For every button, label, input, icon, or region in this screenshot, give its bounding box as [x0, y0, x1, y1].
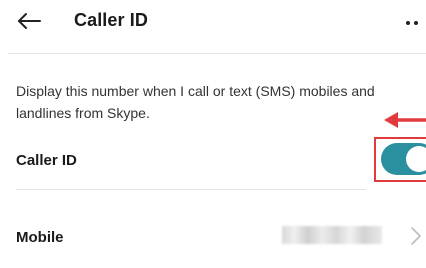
more-options-icon[interactable] [404, 8, 426, 34]
mobile-number-redacted [282, 226, 382, 244]
annotation-arrow-icon [384, 112, 426, 128]
page-title: Caller ID [74, 10, 148, 30]
header-bar: Caller ID [0, 0, 426, 52]
mobile-label: Mobile [16, 229, 64, 246]
header-divider [8, 53, 426, 54]
chevron-right-icon[interactable] [410, 226, 422, 246]
toggle-knob [406, 146, 426, 172]
caller-id-description: Display this number when I call or text … [16, 83, 375, 121]
back-arrow-icon[interactable] [16, 8, 42, 34]
row-divider [16, 189, 366, 190]
caller-id-toggle[interactable] [381, 143, 426, 175]
caller-id-label: Caller ID [16, 152, 77, 169]
